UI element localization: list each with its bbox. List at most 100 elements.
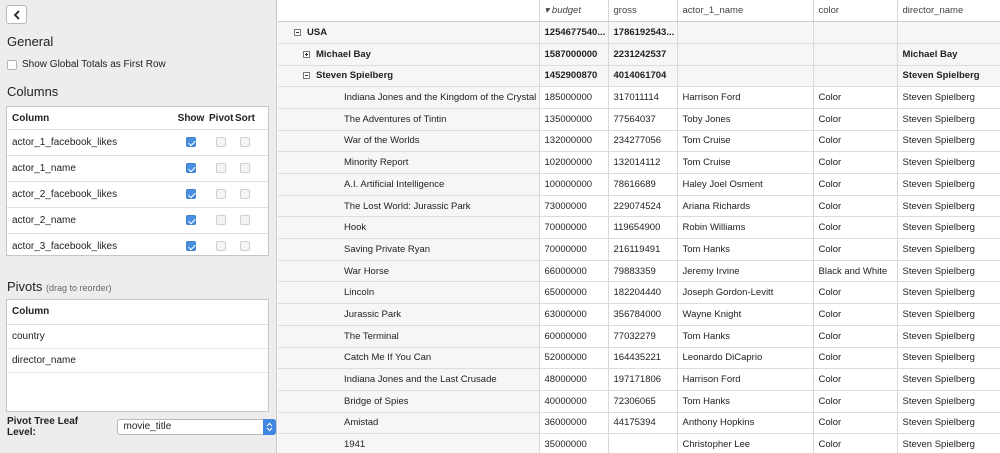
cell-value: Color [818, 352, 842, 364]
grid-cell: Michael Bay [278, 43, 540, 66]
grid-cell: Black and White [813, 260, 898, 283]
cell-value: Steven Spielberg [902, 200, 975, 212]
table-row[interactable]: Saving Private Ryan 70000000 216119491 Tom … [278, 238, 1000, 261]
column-name: actor_2_facebook_likes [12, 189, 118, 200]
grid-cell: Color [813, 281, 898, 305]
table-row[interactable]: Bridge of Spies 40000000 72306065 Tom Hanks… [278, 390, 1000, 413]
column-pivot-cell [209, 189, 233, 200]
cell-value: 78616689 [613, 178, 656, 190]
grid-cell: 60000000 [539, 325, 609, 348]
grid-cell: The Terminal [278, 325, 540, 348]
grid-cell: 48000000 [539, 368, 609, 391]
collapse-icon[interactable] [303, 72, 310, 80]
grid-cell: 66000000 [539, 260, 609, 283]
column-show-checkbox[interactable] [186, 189, 196, 200]
row-label: Saving Private Ryan [344, 243, 431, 255]
row-label: USA [307, 27, 328, 39]
column-sort-checkbox[interactable] [240, 163, 250, 174]
cell-value: 77032279 [613, 330, 656, 342]
grid-header-cell[interactable] [278, 0, 540, 23]
table-row[interactable]: 1941 35000000 Christopher Lee Color Steven S… [278, 433, 1000, 453]
column-show-checkbox[interactable] [186, 241, 196, 252]
table-row[interactable]: Lincoln 65000000 182204440 Joseph Gordon-Le… [278, 281, 1000, 305]
expand-icon[interactable] [303, 50, 310, 58]
table-row[interactable]: Amistad 36000000 44175394 Anthony Hopkins Co… [278, 412, 1000, 435]
grid-cell: Tom Cruise [677, 130, 814, 153]
column-sort-checkbox[interactable] [240, 241, 250, 252]
table-row[interactable]: The Lost World: Jurassic Park 73000000 229… [278, 195, 1000, 218]
cell-value: Michael Bay [902, 48, 958, 60]
grid-cell: Anthony Hopkins [677, 412, 814, 435]
column-sort-checkbox[interactable] [240, 137, 250, 148]
cell-value: 1786192543... [613, 27, 675, 39]
cell-value: Toby Jones [682, 113, 731, 125]
row-label: War of the Worlds [344, 135, 420, 147]
grid-cell: Steven Spielberg [897, 151, 1000, 174]
cell-value: Tom Cruise [682, 157, 731, 169]
pivot-item[interactable]: country [7, 325, 268, 349]
grid-cell: Color [813, 368, 898, 391]
grid-cell: Color [813, 238, 898, 261]
grid-cell: 356784000 [608, 303, 678, 326]
table-row[interactable]: Indiana Jones and the Kingdom of the Cry… [278, 86, 1000, 109]
grid-cell: 40000000 [539, 390, 609, 413]
group-row[interactable]: Michael Bay 1587000000 2231242537 Michael B… [278, 43, 1000, 66]
group-row[interactable]: USA 1254677540... 1786192543... [278, 21, 1000, 44]
table-row[interactable]: Jurassic Park 63000000 356784000 Wayne Knig… [278, 303, 1000, 326]
grid-header-cell[interactable]: gross [608, 0, 678, 23]
grid-cell: Steven Spielberg [897, 173, 1000, 196]
grid-cell: War of the Worlds [278, 130, 540, 153]
column-pivot-checkbox[interactable] [216, 241, 226, 252]
column-pivot-cell [209, 163, 233, 174]
pivot-item[interactable]: director_name [7, 349, 268, 373]
column-show-checkbox[interactable] [186, 215, 196, 226]
cell-value: 79883359 [613, 265, 656, 277]
cell-value: Tom Hanks [682, 330, 731, 342]
pivot-leaf-level-select[interactable]: movie_title [116, 419, 276, 435]
global-totals-checkbox[interactable] [7, 59, 17, 70]
column-row-actor_1_facebook_likes: actor_1_facebook_likes [7, 130, 268, 156]
grid-cell: 164435221 [608, 347, 678, 370]
table-row[interactable]: War of the Worlds 132000000 234277056 Tom C… [278, 130, 1000, 153]
column-show-checkbox[interactable] [186, 163, 196, 174]
group-row[interactable]: Steven Spielberg 1452900870 4014061704 Stev… [278, 65, 1000, 88]
grid-cell: 1941 [278, 433, 540, 453]
grid-cell: A.I. Artificial Intelligence [278, 173, 540, 196]
column-sort-checkbox[interactable] [240, 189, 250, 200]
table-row[interactable]: The Terminal 60000000 77032279 Tom Hanks Col… [278, 325, 1000, 348]
cell-value: Anthony Hopkins [682, 417, 755, 429]
column-sort-checkbox[interactable] [240, 215, 250, 226]
pivot-leaf-level-value: movie_title [123, 421, 172, 432]
row-label: Minority Report [344, 157, 409, 169]
table-row[interactable]: The Adventures of Tintin 135000000 7756403… [278, 108, 1000, 131]
column-pivot-checkbox[interactable] [216, 163, 226, 174]
grid-header-cell[interactable]: color [813, 0, 898, 23]
cell-value: Steven Spielberg [902, 135, 975, 147]
grid-cell: Color [813, 108, 898, 131]
collapse-icon[interactable] [294, 29, 301, 37]
grid-header-cell[interactable]: ▾ budget [539, 0, 609, 23]
cell-value: 4014061704 [613, 70, 667, 82]
columns-table: Column Show Pivot Sort actor_1_facebook_… [6, 106, 269, 256]
column-pivot-checkbox[interactable] [216, 215, 226, 226]
table-row[interactable]: Indiana Jones and the Last Crusade 480000… [278, 368, 1000, 391]
table-row[interactable]: Catch Me If You Can 52000000 164435221 Leon… [278, 347, 1000, 370]
grid-cell: Tom Hanks [677, 238, 814, 261]
grid-cell: Steven Spielberg [897, 260, 1000, 283]
grid-cell: Steven Spielberg [897, 303, 1000, 326]
table-row[interactable]: War Horse 66000000 79883359 Jeremy Irvine Bl… [278, 260, 1000, 283]
table-row[interactable]: Minority Report 102000000 132014112 Tom Cru… [278, 151, 1000, 174]
table-row[interactable]: A.I. Artificial Intelligence 100000000 786… [278, 173, 1000, 196]
column-show-checkbox[interactable] [186, 137, 196, 148]
cell-value: Jeremy Irvine [682, 265, 740, 277]
grid-cell: 2231242537 [608, 43, 678, 66]
global-totals-option[interactable]: Show Global Totals as First Row [7, 59, 166, 70]
back-button[interactable] [6, 5, 27, 24]
grid-cell: Joseph Gordon-Levitt [677, 281, 814, 305]
column-pivot-checkbox[interactable] [216, 189, 226, 200]
grid-header-cell[interactable]: actor_1_name [677, 0, 814, 23]
table-row[interactable]: Hook 70000000 119654900 Robin Williams Color… [278, 216, 1000, 240]
grid-header-cell[interactable]: director_name [897, 0, 1000, 23]
column-pivot-checkbox[interactable] [216, 137, 226, 148]
cell-value: Ariana Richards [682, 200, 751, 212]
